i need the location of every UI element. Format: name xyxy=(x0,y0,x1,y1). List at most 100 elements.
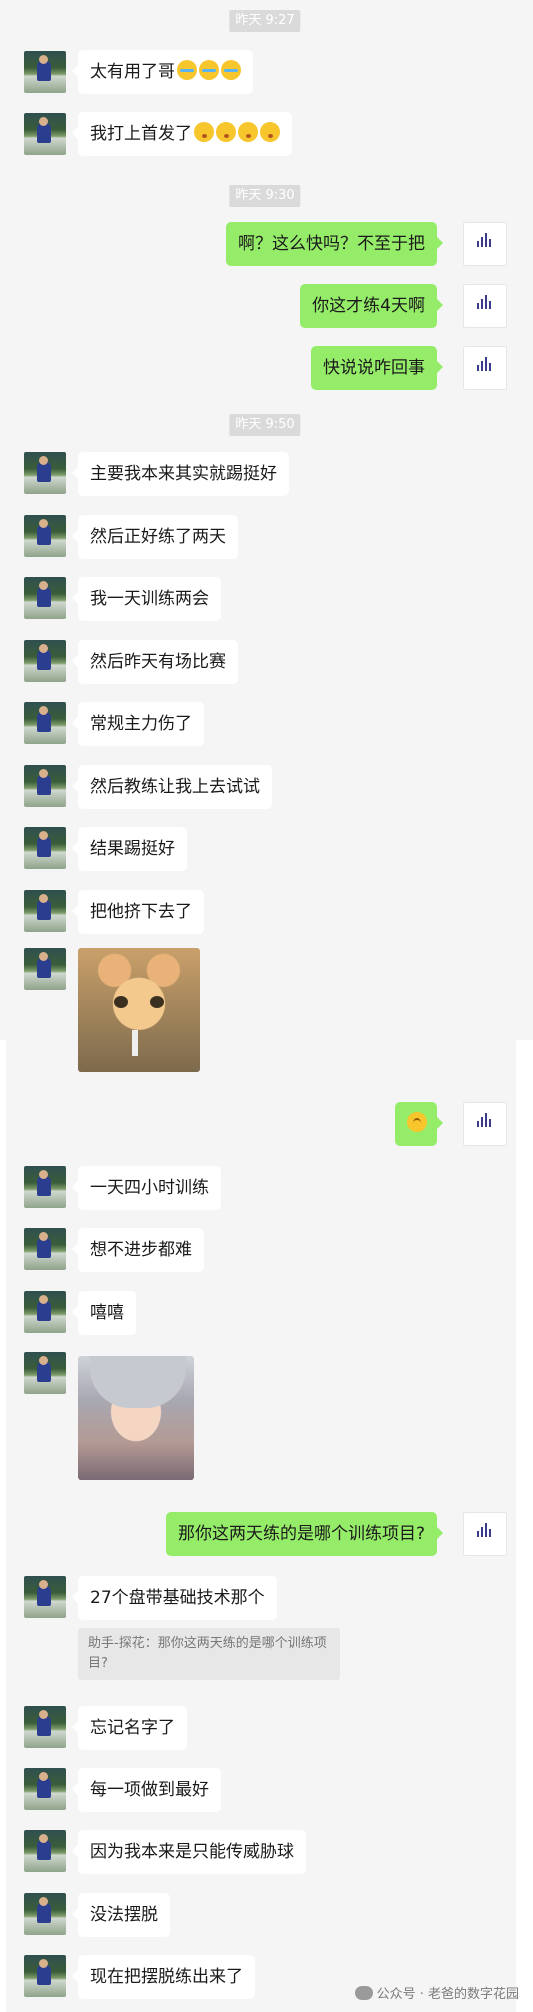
timestamp: 昨天 9:50 xyxy=(229,414,301,436)
message-text: 然后教练让我上去试试 xyxy=(90,777,260,797)
message-bubble-left[interactable]: 常规主力伤了 xyxy=(72,702,204,746)
message-text: 我打上首发了 xyxy=(90,124,192,144)
user-avatar[interactable] xyxy=(24,890,66,932)
message-bubble-left[interactable]: 一天四小时训练 xyxy=(72,1166,221,1210)
message-text: 结果踢挺好 xyxy=(90,839,175,859)
message-bubble-left[interactable]: 主要我本来其实就踢挺好 xyxy=(72,452,289,496)
user-avatar[interactable] xyxy=(24,1576,66,1618)
message-text: 那你这两天练的是哪个训练项目? xyxy=(177,1524,425,1544)
message-bubble-left[interactable]: 太有用了哥 xyxy=(72,50,253,94)
user-avatar[interactable] xyxy=(24,1706,66,1748)
message-text: 每一项做到最好 xyxy=(90,1780,209,1800)
user-avatar[interactable] xyxy=(24,577,66,619)
my-avatar[interactable] xyxy=(463,1512,507,1556)
message-bubble-left[interactable]: 然后教练让我上去试试 xyxy=(72,765,272,809)
message-text: 我一天训练两会 xyxy=(90,589,209,609)
kissing-face-icon xyxy=(194,122,214,142)
message-bubble-right[interactable]: 那你这两天练的是哪个训练项目? xyxy=(165,1512,444,1556)
message-text: 想不进步都难 xyxy=(90,1240,192,1260)
user-avatar[interactable] xyxy=(24,765,66,807)
message-bubble-left[interactable]: 现在把摆脱练出来了 xyxy=(72,1955,255,1999)
message-bubble-left[interactable]: 没法摆脱 xyxy=(72,1893,170,1937)
cigarette-shape xyxy=(132,1030,138,1056)
cat-image-message[interactable] xyxy=(78,948,200,1072)
message-bubble-right[interactable] xyxy=(395,1102,443,1146)
message-bubble-left[interactable]: 忘记名字了 xyxy=(72,1706,187,1750)
message-bubble-left[interactable]: 我打上首发了 xyxy=(72,112,292,156)
thinking-face-icon xyxy=(407,1112,427,1132)
kissing-face-icon xyxy=(238,122,258,142)
message-text: 现在把摆脱练出来了 xyxy=(90,1967,243,1987)
message-text: 一天四小时训练 xyxy=(90,1178,209,1198)
loudly-crying-face-icon xyxy=(177,60,197,80)
cat-eye xyxy=(150,996,164,1008)
message-text: 没法摆脱 xyxy=(90,1905,158,1925)
bar-logo-icon xyxy=(477,295,493,309)
user-avatar[interactable] xyxy=(24,51,66,93)
cat-eye xyxy=(114,996,128,1008)
kissing-face-icon xyxy=(260,122,280,142)
user-avatar[interactable] xyxy=(24,948,66,990)
message-bubble-left[interactable]: 然后昨天有场比赛 xyxy=(72,640,238,684)
user-avatar[interactable] xyxy=(24,1166,66,1208)
message-bubble-left[interactable]: 想不进步都难 xyxy=(72,1228,204,1272)
message-text: 常规主力伤了 xyxy=(90,714,192,734)
user-avatar[interactable] xyxy=(24,1228,66,1270)
message-bubble-left[interactable]: 嘻嘻 xyxy=(72,1291,136,1335)
kissing-face-icon xyxy=(216,122,236,142)
message-bubble-left[interactable]: 我一天训练两会 xyxy=(72,577,221,621)
message-text: 快说说咋回事 xyxy=(323,358,425,378)
message-bubble-left[interactable]: 因为我本来是只能传威胁球 xyxy=(72,1830,306,1874)
message-text: 主要我本来其实就踢挺好 xyxy=(90,464,277,484)
message-text: 然后正好练了两天 xyxy=(90,527,226,547)
user-avatar[interactable] xyxy=(24,113,66,155)
user-avatar[interactable] xyxy=(24,515,66,557)
message-bubble-left[interactable]: 结果踢挺好 xyxy=(72,827,187,871)
bar-logo-icon xyxy=(477,233,493,247)
wechat-icon xyxy=(354,1986,373,2000)
timestamp: 昨天 9:30 xyxy=(229,185,301,207)
message-bubble-left[interactable]: 然后正好练了两天 xyxy=(72,515,238,559)
my-avatar[interactable] xyxy=(463,284,507,328)
chat-screen: 昨天 9:27 太有用了哥 我打上首发了 昨天 9:30 啊？这么快吗？不至于把… xyxy=(0,0,533,2012)
message-text: 忘记名字了 xyxy=(90,1718,175,1738)
user-avatar[interactable] xyxy=(24,1955,66,1997)
message-text: 把他挤下去了 xyxy=(90,902,192,922)
my-avatar[interactable] xyxy=(463,1102,507,1146)
message-text: 嘻嘻 xyxy=(90,1303,124,1323)
user-avatar[interactable] xyxy=(24,702,66,744)
quoted-reply[interactable]: 助手-探花：那你这两天练的是哪个训练项目? xyxy=(78,1628,340,1680)
message-bubble-left[interactable]: 每一项做到最好 xyxy=(72,1768,221,1812)
message-text: 太有用了哥 xyxy=(90,62,175,82)
user-avatar[interactable] xyxy=(24,1352,66,1394)
anime-hair-shape xyxy=(90,1356,186,1408)
watermark: 公众号 · 老爸的数字花园 xyxy=(354,1983,519,2002)
loudly-crying-face-icon xyxy=(199,60,219,80)
loudly-crying-face-icon xyxy=(221,60,241,80)
user-avatar[interactable] xyxy=(24,452,66,494)
user-avatar[interactable] xyxy=(24,1893,66,1935)
message-text: 你这才练4天啊 xyxy=(312,296,425,316)
bar-logo-icon xyxy=(477,1113,493,1127)
message-text: 啊？这么快吗？不至于把 xyxy=(238,234,425,254)
user-avatar[interactable] xyxy=(24,1291,66,1333)
bar-logo-icon xyxy=(477,357,493,371)
anime-image-message[interactable] xyxy=(78,1356,194,1480)
message-bubble-left[interactable]: 把他挤下去了 xyxy=(72,890,204,934)
bar-logo-icon xyxy=(477,1523,493,1537)
message-bubble-right[interactable]: 快说说咋回事 xyxy=(311,346,443,390)
message-text: 然后昨天有场比赛 xyxy=(90,652,226,672)
message-bubble-right[interactable]: 啊？这么快吗？不至于把 xyxy=(226,222,443,266)
message-text: 27个盘带基础技术那个 xyxy=(90,1588,265,1608)
user-avatar[interactable] xyxy=(24,1830,66,1872)
timestamp: 昨天 9:27 xyxy=(229,10,301,32)
my-avatar[interactable] xyxy=(463,346,507,390)
user-avatar[interactable] xyxy=(24,640,66,682)
message-text: 因为我本来是只能传威胁球 xyxy=(90,1842,294,1862)
message-bubble-right[interactable]: 你这才练4天啊 xyxy=(300,284,443,328)
watermark-text: 公众号 · 老爸的数字花园 xyxy=(376,1987,519,2002)
user-avatar[interactable] xyxy=(24,827,66,869)
user-avatar[interactable] xyxy=(24,1768,66,1810)
my-avatar[interactable] xyxy=(463,222,507,266)
message-bubble-left[interactable]: 27个盘带基础技术那个 xyxy=(72,1576,277,1620)
